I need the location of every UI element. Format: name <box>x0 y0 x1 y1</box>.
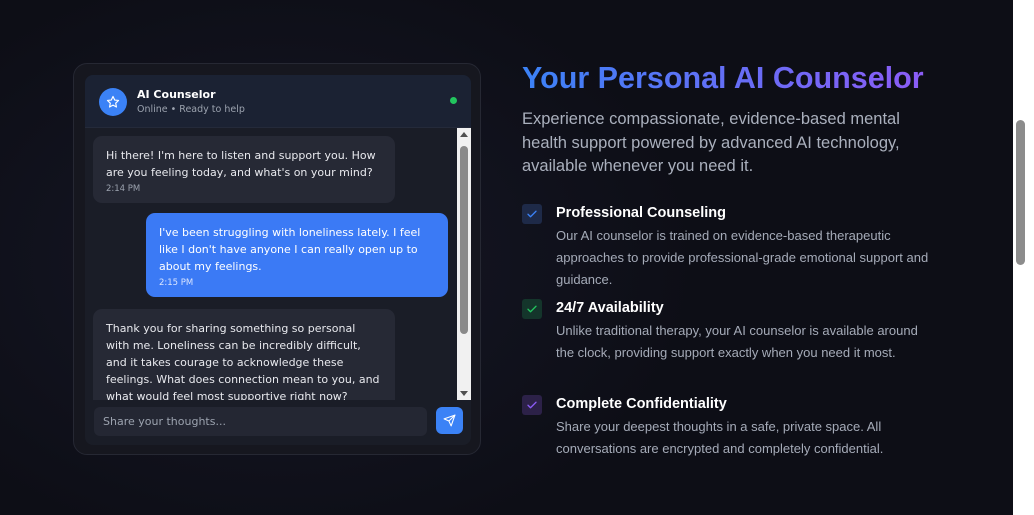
chat-title: AI Counselor <box>137 88 216 101</box>
page-title: Your Personal AI Counselor <box>522 58 924 98</box>
message-time: 2:14 PM <box>106 184 141 194</box>
feature-check-badge <box>522 299 542 319</box>
check-icon <box>527 305 537 313</box>
chat-status: Online • Ready to help <box>137 104 245 115</box>
message-composer <box>85 400 471 445</box>
online-status-dot <box>450 97 457 104</box>
page-subtitle: Experience compassionate, evidence-based… <box>522 110 900 175</box>
send-icon <box>443 414 456 427</box>
user-message: I've been struggling with loneliness lat… <box>146 213 448 297</box>
feature-check-badge <box>522 204 542 224</box>
feature-title: Professional Counseling <box>556 205 726 221</box>
message-text: I've been struggling with loneliness lat… <box>159 226 421 273</box>
feature-description: Our AI counselor is trained on evidence-… <box>556 228 929 287</box>
message-text: Thank you for sharing something so perso… <box>106 322 380 400</box>
send-button[interactable] <box>436 407 463 434</box>
message-list: Hi there! I'm here to listen and support… <box>85 128 457 400</box>
scroll-thumb[interactable] <box>460 146 468 334</box>
ai-message: Hi there! I'm here to listen and support… <box>93 136 395 203</box>
feature-check-badge <box>522 395 542 415</box>
avatar <box>99 88 127 116</box>
chat-header: AI Counselor Online • Ready to help <box>85 75 471 128</box>
page-scrollbar[interactable] <box>1013 0 1034 515</box>
message-text: Hi there! I'm here to listen and support… <box>106 149 376 179</box>
feature-description: Share your deepest thoughts in a safe, p… <box>556 419 884 456</box>
chat-scrollbar[interactable] <box>457 128 471 400</box>
feature-title: 24/7 Availability <box>556 300 664 316</box>
check-icon <box>527 210 537 218</box>
ai-message: Thank you for sharing something so perso… <box>93 309 395 400</box>
message-input[interactable] <box>94 407 427 436</box>
feature-title: Complete Confidentiality <box>556 396 727 412</box>
scroll-up-arrow-icon[interactable] <box>460 132 468 137</box>
feature-description: Unlike traditional therapy, your AI coun… <box>556 323 918 360</box>
page-scroll-thumb[interactable] <box>1016 120 1025 265</box>
check-icon <box>527 401 537 409</box>
message-time: 2:15 PM <box>159 278 194 288</box>
scroll-down-arrow-icon[interactable] <box>460 391 468 396</box>
chat-preview-card: AI Counselor Online • Ready to help Hi t… <box>73 63 481 455</box>
star-icon <box>106 95 120 108</box>
chat-window: AI Counselor Online • Ready to help Hi t… <box>85 75 471 445</box>
